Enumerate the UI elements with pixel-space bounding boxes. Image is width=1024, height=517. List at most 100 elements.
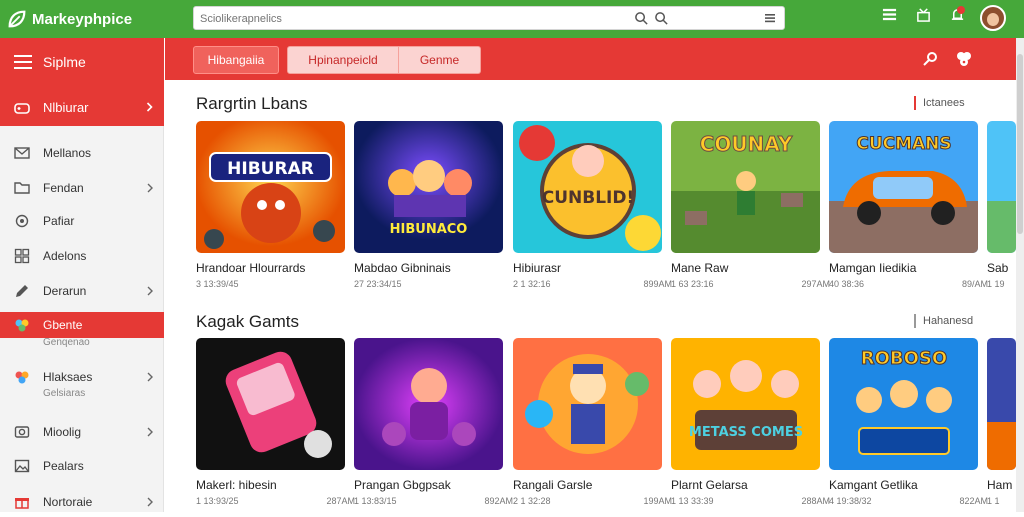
game-thumbnail[interactable]: CUCMANS bbox=[829, 121, 978, 253]
pin-icon[interactable] bbox=[921, 50, 939, 68]
sidebar-item-label: Adelons bbox=[43, 249, 87, 263]
thumbnail-art-text: METASS COMES bbox=[689, 425, 803, 440]
sidebar-item-nortoraie[interactable]: Nortoraie bbox=[0, 487, 164, 517]
game-card[interactable]: Ham 1 1 bbox=[987, 338, 1016, 512]
game-thumbnail[interactable] bbox=[196, 338, 345, 470]
scrollbar[interactable] bbox=[1016, 38, 1024, 512]
scrollbar-thumb[interactable] bbox=[1017, 54, 1023, 234]
folder-icon bbox=[14, 182, 30, 194]
game-meta: 27 23:34/15 bbox=[354, 279, 402, 289]
sidebar-item-mioolig[interactable]: Mioolig bbox=[0, 417, 164, 447]
game-thumbnail[interactable] bbox=[987, 338, 1016, 470]
options-icon[interactable] bbox=[764, 12, 776, 24]
thumbnail-art-text: CUCMANS bbox=[856, 134, 951, 154]
game-thumbnail[interactable]: COUNAY bbox=[671, 121, 820, 253]
tab-bar: Hibangaiia Hpinanpeicld Genme bbox=[165, 38, 1016, 80]
game-name: Plarnt Gelarsa bbox=[671, 478, 748, 492]
game-size: 288AM bbox=[801, 496, 830, 506]
tab-hpinanpeicld[interactable]: Hpinanpeicld bbox=[287, 46, 399, 74]
game-size: 89/AM bbox=[961, 279, 988, 289]
game-name: Hibiurasr bbox=[513, 261, 562, 275]
section-title: Rargrtin Lbans bbox=[196, 94, 308, 113]
game-icon bbox=[15, 319, 29, 332]
game-meta: 1 19 bbox=[987, 279, 1005, 289]
search-icon[interactable] bbox=[634, 11, 649, 26]
sidebar-header[interactable]: Siplme bbox=[0, 38, 164, 88]
app-logo[interactable]: Markeyphpice bbox=[6, 6, 132, 32]
tab-hibangaiia[interactable]: Hibangaiia bbox=[193, 46, 279, 74]
tab-genme[interactable]: Genme bbox=[399, 46, 481, 74]
sidebar-item-label: Mioolig bbox=[43, 425, 82, 439]
chevron-right-icon bbox=[147, 427, 153, 437]
game-meta: 1 13:83/15 bbox=[354, 496, 397, 506]
game-meta: 40 38:36 bbox=[829, 279, 865, 289]
game-meta: 1 13:93/25 bbox=[196, 496, 239, 506]
game-meta: 4 19:38/32 bbox=[829, 496, 872, 506]
avatar[interactable] bbox=[980, 5, 1006, 31]
dice-icon[interactable] bbox=[955, 50, 973, 68]
search-box[interactable] bbox=[193, 6, 785, 30]
game-name: Mabdao Gibninais bbox=[354, 261, 451, 275]
thumbnail-art-text: COUNAY bbox=[700, 132, 793, 156]
thumbnail-art-text: CUNBLID! bbox=[542, 188, 635, 208]
sidebar-item-sub-genqenao[interactable]: Genqenao bbox=[0, 335, 164, 357]
game-thumbnail[interactable]: ROBOSO bbox=[829, 338, 978, 470]
game-name: Sab bbox=[987, 261, 1009, 275]
sidebar-item-label: Hlaksaes bbox=[43, 370, 93, 384]
game-size: 287AM bbox=[326, 496, 355, 506]
sidebar-item-derarun[interactable]: Derarun bbox=[0, 276, 164, 306]
gift-icon bbox=[15, 498, 29, 509]
sidebar-item-label: Nortoraie bbox=[43, 495, 93, 509]
sidebar-item-mellanos[interactable]: Mellanos bbox=[0, 138, 164, 168]
game-name: Hrandoar Hlourrards bbox=[196, 261, 306, 275]
hamburger-menu-icon[interactable] bbox=[14, 55, 32, 69]
gift-icon[interactable] bbox=[916, 7, 931, 22]
game-thumbnail[interactable] bbox=[513, 338, 662, 470]
game-thumbnail[interactable]: HIBUNACO bbox=[354, 121, 503, 253]
notification-badge bbox=[957, 6, 965, 14]
game-size: 199AM bbox=[643, 496, 672, 506]
section-link[interactable]: Hahanesd bbox=[914, 314, 973, 328]
sidebar-item-label: Fendan bbox=[43, 181, 84, 195]
game-thumbnail[interactable]: METASS COMES bbox=[671, 338, 820, 470]
sidebar-item-label: Derarun bbox=[43, 284, 87, 298]
search-alt-icon[interactable] bbox=[654, 11, 669, 26]
game-name: Prangan Gbgpsak bbox=[354, 478, 451, 492]
game-size: 892AM bbox=[484, 496, 513, 506]
pencil-icon bbox=[16, 285, 28, 297]
sidebar-item-label: Gbente bbox=[43, 318, 83, 332]
sidebar-item-fendan[interactable]: Fendan bbox=[0, 173, 164, 203]
list-icon[interactable] bbox=[882, 7, 897, 22]
image-icon bbox=[14, 459, 30, 473]
chevron-right-icon bbox=[146, 102, 153, 112]
top-bar: Markeyphpice bbox=[0, 0, 1024, 38]
sidebar-item-hlaksaes[interactable]: Hlaksaes Gelsiaras bbox=[0, 362, 164, 406]
sidebar-item-label: Mellanos bbox=[43, 146, 92, 160]
chevron-right-icon bbox=[147, 497, 153, 507]
sidebar-item-selected[interactable]: Nlbiurar bbox=[0, 88, 164, 126]
game-meta: 1 13 33:39 bbox=[671, 496, 714, 506]
sidebar-header-label: Siplme bbox=[43, 54, 86, 70]
game-thumbnail[interactable] bbox=[354, 338, 503, 470]
thumbnail-art-text: ROBOSO bbox=[861, 348, 947, 369]
search-input[interactable] bbox=[200, 10, 620, 27]
game-thumbnail[interactable]: HIBURAR bbox=[196, 121, 345, 253]
game-name: Ham bbox=[987, 478, 1013, 492]
mail-icon bbox=[14, 147, 30, 159]
game-name: Makerl: hibesin bbox=[196, 478, 277, 492]
sidebar-item-pealars[interactable]: Pealars bbox=[0, 451, 164, 481]
game-name: Mane Raw bbox=[671, 261, 729, 275]
game-thumbnail[interactable] bbox=[987, 121, 1016, 253]
sidebar-item-label: Pealars bbox=[43, 459, 84, 473]
game-meta: 1 1 bbox=[987, 496, 1000, 506]
sidebar-item-pafiar[interactable]: Pafiar bbox=[0, 206, 164, 236]
game-meta: 3 13:39/45 bbox=[196, 279, 239, 289]
game-thumbnail[interactable]: CUNBLID! bbox=[513, 121, 662, 253]
game-card[interactable]: Sab 1 19 bbox=[987, 121, 1016, 301]
game-meta: 1 63 23:16 bbox=[671, 279, 714, 289]
chevron-right-icon bbox=[147, 286, 153, 296]
section-link[interactable]: Ictanees bbox=[914, 96, 965, 110]
sidebar-item-adelons[interactable]: Adelons bbox=[0, 241, 164, 271]
puzzle-icon bbox=[15, 371, 29, 384]
sidebar: Siplme Nlbiurar Mellanos Fendan Pafiar A… bbox=[0, 38, 164, 512]
